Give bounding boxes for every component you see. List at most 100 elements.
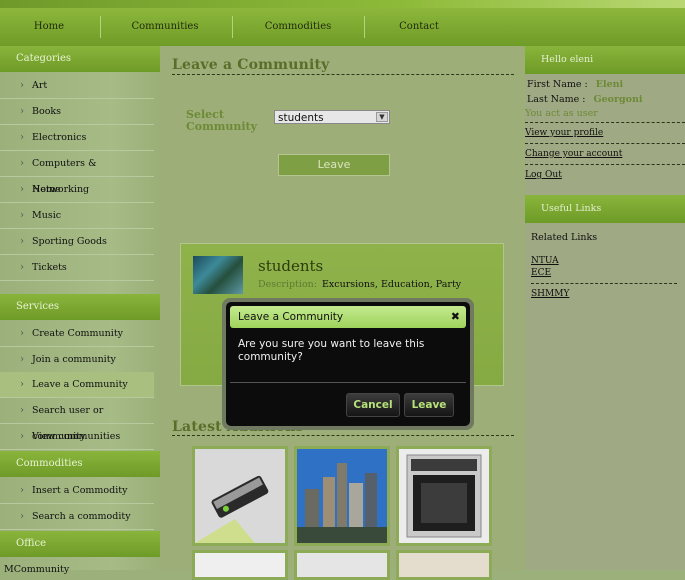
gallery-item[interactable] [396, 446, 492, 546]
category-electronics[interactable]: › Electronics [0, 125, 154, 151]
leave-community-dialog: Leave a Community ✖ Are you sure you wan… [222, 298, 474, 430]
service-label: View communities [32, 431, 121, 442]
chevron-right-icon: › [20, 132, 24, 143]
related-links-title: Related Links [531, 232, 598, 243]
nav-communities[interactable]: Communities [120, 8, 210, 46]
right-sidebar: Hello eleni First Name : Eleni Last Name … [525, 46, 685, 570]
chevron-right-icon: › [20, 158, 24, 169]
chevron-down-icon[interactable]: ▼ [376, 112, 388, 122]
logout-link[interactable]: Log Out [525, 170, 562, 180]
service-view-communities[interactable]: › View communities [0, 424, 154, 450]
gallery-item[interactable] [396, 550, 492, 580]
confirm-leave-button[interactable]: Leave [404, 393, 454, 417]
nav-divider [100, 16, 101, 38]
top-navigation: Home Communities Commodities Contact [0, 8, 685, 47]
nav-divider [364, 16, 365, 38]
service-label: Leave a Community [32, 379, 128, 390]
nav-home[interactable]: Home [18, 8, 80, 46]
chevron-right-icon: › [20, 511, 24, 522]
category-label: Home [32, 184, 61, 195]
link-shmmy[interactable]: SHMMY [531, 289, 569, 299]
latest-divider [172, 435, 514, 436]
category-books[interactable]: › Books [0, 99, 154, 125]
first-name-value: Eleni [595, 79, 624, 90]
chevron-right-icon: › [20, 431, 24, 442]
nav-contact[interactable]: Contact [390, 8, 448, 46]
chevron-right-icon: › [20, 354, 24, 365]
left-sidebar: Categories › Art › Books › Electronics › Com… [0, 46, 160, 575]
dialog-message: Are you sure you want to leave this comm… [238, 338, 425, 363]
first-name-row: First Name : Eleni [527, 79, 623, 90]
category-label: Tickets [32, 262, 67, 273]
category-home[interactable]: › Home [0, 177, 154, 203]
city-photo [297, 449, 387, 543]
service-join-community[interactable]: › Join a community [0, 347, 154, 373]
dialog-divider [230, 382, 466, 383]
divider [531, 283, 677, 284]
services-header: Services [0, 294, 160, 320]
category-art[interactable]: › Art [0, 73, 154, 99]
gallery-item[interactable] [294, 446, 390, 546]
last-name-value: Georgoni [593, 94, 643, 105]
category-label: Art [32, 80, 48, 91]
page-title: Leave a Community [172, 57, 330, 73]
dialog-title-bar: Leave a Community ✖ [230, 306, 466, 328]
view-profile-link[interactable]: View your profile [525, 128, 603, 138]
divider [525, 164, 685, 165]
dialog-body: Leave a Community ✖ Are you sure you wan… [226, 302, 470, 426]
select-community-label: Select Community [186, 108, 258, 133]
category-computers[interactable]: › Computers & Networking [0, 151, 154, 195]
category-sporting-goods[interactable]: › Sporting Goods [0, 229, 154, 255]
chevron-right-icon: › [20, 405, 24, 416]
commodities-header: Commodities [0, 451, 160, 477]
service-create-community[interactable]: › Create Community [0, 321, 154, 347]
cancel-button[interactable]: Cancel [346, 393, 400, 417]
chevron-right-icon: › [20, 184, 24, 195]
gallery-item[interactable] [192, 550, 288, 580]
service-label: Join a community [32, 354, 116, 365]
chevron-right-icon: › [20, 236, 24, 247]
dialog-title: Leave a Community [238, 311, 344, 323]
commodity-label: Insert a Commodity [32, 485, 128, 496]
category-label: Sporting Goods [32, 236, 107, 247]
chevron-right-icon: › [20, 485, 24, 496]
categories-header: Categories [0, 46, 160, 72]
community-select[interactable]: students ▼ [274, 110, 390, 124]
nav-divider [232, 16, 233, 38]
description-label: Description: [258, 279, 317, 290]
gallery-item[interactable] [192, 446, 288, 546]
chevron-right-icon: › [20, 80, 24, 91]
service-leave-community[interactable]: › Leave a Community [0, 372, 154, 398]
community-description: Description: Excursions, Education, Party [258, 279, 461, 290]
category-music[interactable]: › Music [0, 203, 154, 229]
last-name-label: Last Name : [527, 94, 586, 105]
community-select-value: students [278, 112, 324, 124]
chevron-right-icon: › [20, 328, 24, 339]
change-account-link[interactable]: Change your account [525, 149, 622, 159]
link-ece[interactable]: ECE [531, 268, 551, 278]
nav-commodities[interactable]: Commodities [255, 8, 341, 46]
office-header: Office [0, 531, 160, 557]
category-label: Books [32, 106, 62, 117]
close-icon[interactable]: ✖ [451, 306, 460, 328]
gallery-item[interactable] [294, 550, 390, 580]
top-banner [0, 0, 685, 8]
divider [525, 143, 685, 144]
useful-links-header: Useful Links [525, 195, 685, 223]
commodity-label: Search a commodity [32, 511, 131, 522]
commodity-search[interactable]: › Search a commodity [0, 504, 154, 530]
category-tickets[interactable]: › Tickets [0, 255, 154, 281]
community-name: students [258, 257, 324, 275]
title-divider [172, 74, 514, 75]
leave-button[interactable]: Leave [278, 154, 390, 176]
divider [525, 122, 685, 123]
service-label: Create Community [32, 328, 124, 339]
category-label: Electronics [32, 132, 87, 143]
link-ntua[interactable]: NTUA [531, 256, 559, 266]
last-name-row: Last Name : Georgoni [527, 94, 643, 105]
role-text: You act as user [525, 108, 598, 119]
service-search[interactable]: › Search user or community [0, 398, 154, 442]
commodity-insert[interactable]: › Insert a Commodity [0, 478, 154, 504]
device-photo [195, 449, 285, 543]
oven-photo [399, 449, 489, 543]
